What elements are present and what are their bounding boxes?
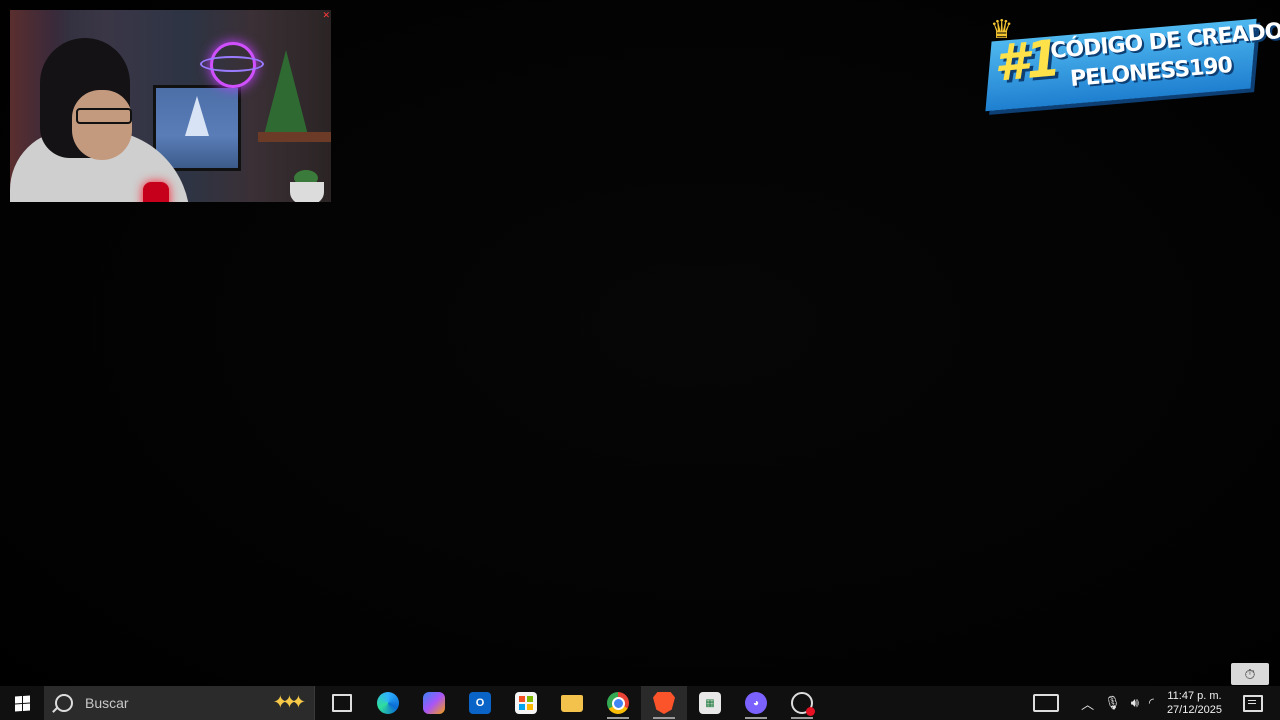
- windows-logo-icon: [14, 694, 30, 712]
- edge-icon: [377, 692, 399, 714]
- taskbar-copilot[interactable]: [411, 686, 457, 720]
- clock-date: 27/12/2025: [1166, 704, 1222, 716]
- taskbar-chrome[interactable]: [595, 686, 641, 720]
- taskbar-search-box[interactable]: Buscar ✦✦✦: [44, 686, 315, 720]
- taskbar-edge[interactable]: [365, 686, 411, 720]
- volume-button[interactable]: 🔊︎: [1126, 686, 1144, 720]
- taskbar-app-icons: O ▦ ◕: [319, 686, 825, 720]
- file-explorer-icon: [561, 694, 583, 712]
- gauge-icon: [791, 692, 815, 716]
- wall-shelf: [258, 132, 331, 142]
- wifi-icon: ◜: [1148, 695, 1154, 710]
- discord-icon: ◕: [745, 692, 767, 714]
- neon-planet-ring: [200, 56, 264, 72]
- streamer-glasses: [76, 108, 132, 124]
- clock-time: 11:47 p. m.: [1167, 690, 1222, 702]
- clock[interactable]: 11:47 p. m. 27/12/2025: [1159, 689, 1230, 717]
- news-widget-button[interactable]: [1016, 686, 1076, 720]
- task-view-icon: [332, 694, 352, 712]
- network-button[interactable]: ◜: [1144, 686, 1159, 720]
- taskbar-store[interactable]: [503, 686, 549, 720]
- microphone-tray-button[interactable]: 🎙︎: [1099, 686, 1126, 720]
- monitor-christmas-tree: [185, 96, 209, 136]
- taskbar-discord[interactable]: ◕: [733, 686, 779, 720]
- news-icon: [1033, 694, 1060, 712]
- webcam-close-icon: ✕: [322, 10, 330, 20]
- brave-icon: [653, 692, 675, 714]
- taskbar-file-explorer[interactable]: [549, 686, 595, 720]
- outlook-icon: O: [469, 692, 491, 714]
- copilot-icon: [423, 692, 445, 714]
- taskbar: Buscar ✦✦✦ O ▦ ◕ ︿ 🎙︎ 🔊︎ ◜ 11:47 p. m. 2…: [0, 686, 1280, 720]
- webcam-overlay: ✕: [10, 10, 331, 202]
- sheets-icon: ▦: [699, 692, 721, 714]
- notification-icon: [1243, 694, 1263, 712]
- streamer-face: [72, 90, 132, 160]
- creator-code-banner: ♛ #1 CÓDIGO DE CREADOR: PELONESS190: [982, 10, 1280, 112]
- chevron-up-icon: ︿: [1081, 696, 1095, 712]
- chrome-icon: [607, 692, 629, 714]
- start-button[interactable]: [0, 686, 44, 720]
- stopwatch-icon: ⏱: [1244, 665, 1256, 682]
- microphone: [143, 182, 169, 202]
- system-tray: ︿ 🎙︎ 🔊︎ ◜ 11:47 p. m. 27/12/2025: [1016, 686, 1280, 720]
- microphone-icon: 🎙︎: [1104, 695, 1121, 710]
- taskbar-outlook[interactable]: O: [457, 686, 503, 720]
- christmas-tree: [264, 50, 308, 135]
- notifications-button[interactable]: [1230, 686, 1280, 720]
- show-hidden-icons-button[interactable]: ︿: [1076, 686, 1099, 720]
- taskbar-sheets[interactable]: ▦: [687, 686, 733, 720]
- search-highlight-icon: ✦✦✦: [272, 692, 306, 712]
- taskbar-gauge-app[interactable]: [779, 686, 825, 720]
- store-icon: [515, 692, 537, 714]
- search-placeholder: Buscar: [85, 695, 129, 711]
- taskbar-brave[interactable]: [641, 686, 687, 720]
- plant-pot: [290, 182, 324, 202]
- taskbar-task-view[interactable]: [319, 686, 365, 720]
- corner-widget[interactable]: ⏱: [1231, 663, 1269, 685]
- search-icon: [55, 694, 73, 712]
- volume-icon: 🔊︎: [1130, 695, 1139, 710]
